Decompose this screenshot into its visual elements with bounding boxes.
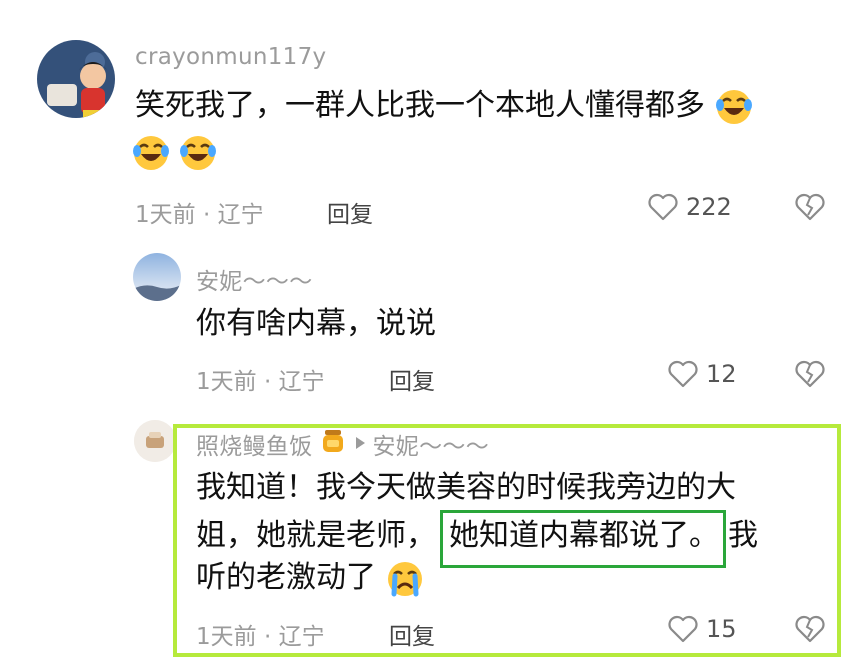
honey-jar-badge-icon [319,427,347,461]
comment-time-location: 1天前 · 辽宁 [135,202,264,228]
comment-text-content: 笑死我了，一群人比我一个本地人懂得都多 [135,88,705,123]
crying-emoji-icon [386,560,424,598]
like-button[interactable]: 222 [648,193,732,221]
like-count: 12 [706,360,737,388]
like-button[interactable]: 15 [668,615,737,643]
reply-text-line1: 我知道！我今天做美容的时候我旁边的大 [196,470,736,505]
comment-emoji-row [132,134,217,172]
reply-username: 照烧鳗鱼饭 安妮～～～ [196,427,489,461]
reply-username[interactable]: 安妮～～～ [196,262,313,296]
avatar-zhaoshao[interactable] [134,420,176,462]
broken-heart-icon [795,615,825,643]
reply-time-location: 1天前 · 辽宁 [196,624,325,650]
reply-text: 你有啥内幕，说说 [196,306,436,341]
reply-button[interactable]: 回复 [389,362,435,396]
reply-to-username[interactable]: 安妮～～～ [373,427,490,461]
like-count: 222 [686,193,732,221]
heart-icon [668,615,698,643]
dislike-button[interactable] [795,615,825,643]
reply-text-line3: 听的老激动了 [196,556,424,600]
reply-arrow-icon [353,431,367,457]
laughing-crying-emoji-icon [179,134,217,172]
comment-text: 笑死我了，一群人比我一个本地人懂得都多 [135,84,835,128]
like-count: 15 [706,615,737,643]
dislike-button[interactable] [795,193,825,221]
laughing-crying-emoji-icon [132,134,170,172]
reply-time-location: 1天前 · 辽宁 [196,369,325,395]
heart-icon [668,360,698,388]
reply-text-part: 我 [728,518,758,553]
dislike-button[interactable] [795,360,825,388]
like-button[interactable]: 12 [668,360,737,388]
broken-heart-icon [795,193,825,221]
laughing-crying-emoji-icon [715,88,753,126]
avatar-anni[interactable] [133,253,181,301]
reply-button[interactable]: 回复 [327,195,373,229]
broken-heart-icon [795,360,825,388]
reply-button[interactable]: 回复 [389,617,435,651]
heart-icon [648,193,678,221]
reply-text-part: 姐，她就是老师， [196,518,436,553]
reply-text-part: 听的老激动了 [196,560,376,595]
reply-username-text[interactable]: 照烧鳗鱼饭 [196,427,313,461]
comment-username[interactable]: crayonmun117y [135,44,326,70]
avatar-crayonmun117y[interactable] [37,40,115,118]
highlighted-text: 她知道内幕都说了。 [440,510,726,568]
